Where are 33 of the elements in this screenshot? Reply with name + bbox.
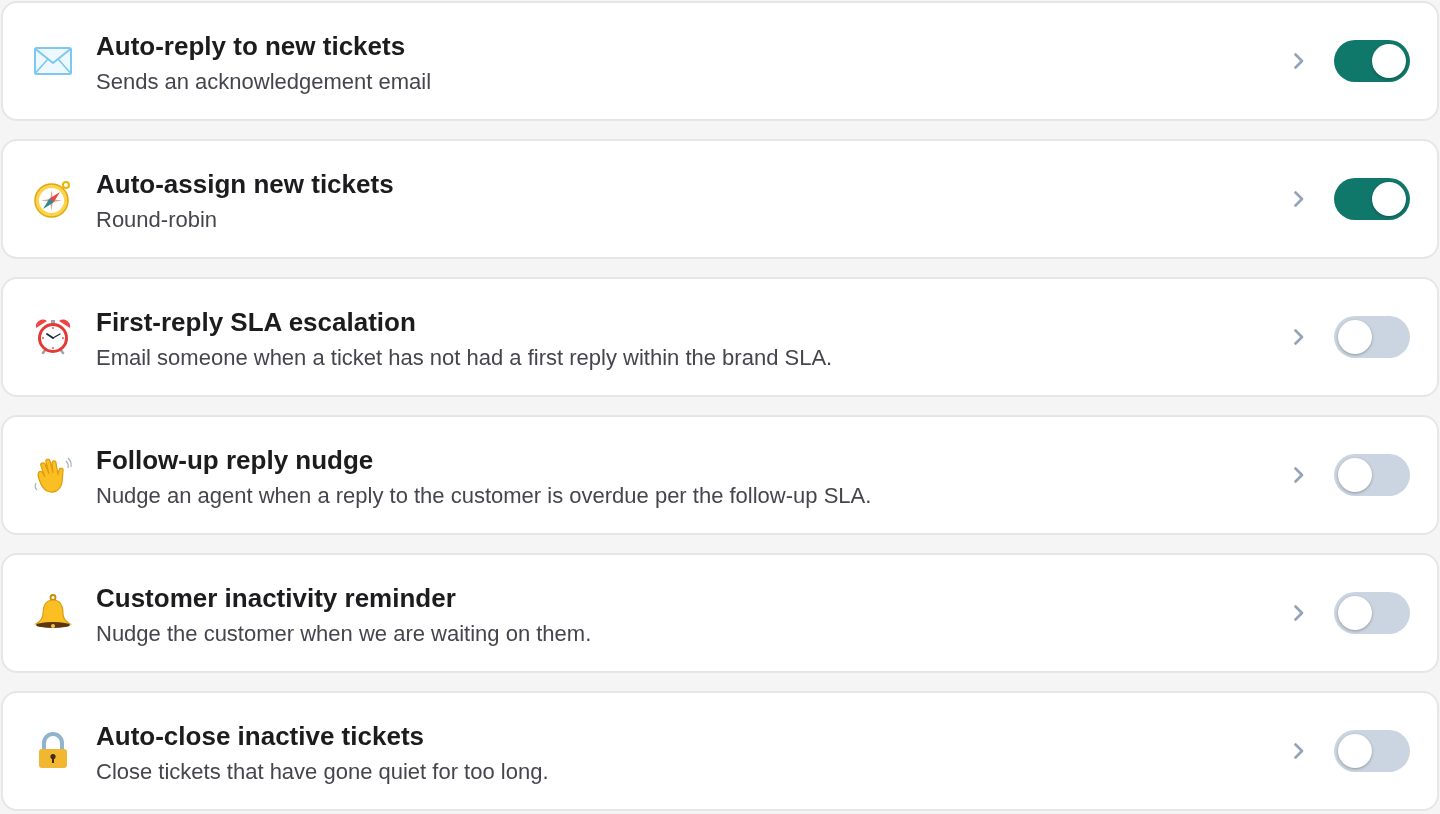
rule-description: Nudge the customer when we are waiting on them. xyxy=(96,619,592,648)
rule-title: Auto-reply to new tickets xyxy=(96,29,406,62)
rule-card[interactable]: Auto-assign new tickets Round-robin xyxy=(1,139,1439,259)
compass-icon xyxy=(33,179,73,219)
rule-title: Auto-close inactive tickets xyxy=(96,719,424,752)
rule-card[interactable]: Auto-close inactive tickets Close tickets that have gone quiet for too long. xyxy=(1,691,1439,811)
toggle-switch[interactable] xyxy=(1334,454,1410,496)
toggle-switch[interactable] xyxy=(1334,592,1410,634)
chevron-right-icon xyxy=(1294,743,1304,759)
rule-title: Auto-assign new tickets xyxy=(96,167,394,200)
waving-hand-icon xyxy=(33,455,73,495)
chevron-right-icon xyxy=(1294,605,1304,621)
rule-card[interactable]: First-reply SLA escalation Email someone when a ticket has not had a first reply within the brand SLA. xyxy=(1,277,1439,397)
toggle-switch[interactable] xyxy=(1334,178,1410,220)
rule-description: Sends an acknowledgement email xyxy=(96,67,432,96)
rule-card[interactable]: Auto-reply to new tickets Sends an acknowledgement email xyxy=(1,1,1439,121)
rule-description: Close tickets that have gone quiet for too long. xyxy=(96,757,549,786)
toggle-switch[interactable] xyxy=(1334,40,1410,82)
toggle-switch[interactable] xyxy=(1334,730,1410,772)
rule-title: First-reply SLA escalation xyxy=(96,305,416,338)
rule-description: Round-robin xyxy=(96,205,218,234)
chevron-right-icon xyxy=(1294,191,1304,207)
chevron-right-icon xyxy=(1294,467,1304,483)
chevron-right-icon xyxy=(1294,329,1304,345)
rule-description: Email someone when a ticket has not had a first reply within the brand SLA. xyxy=(96,343,833,372)
rule-title: Customer inactivity reminder xyxy=(96,581,456,614)
chevron-right-icon xyxy=(1294,53,1304,69)
rule-description: Nudge an agent when a reply to the customer is overdue per the follow-up SLA. xyxy=(96,481,872,510)
toggle-switch[interactable] xyxy=(1334,316,1410,358)
rule-title: Follow-up reply nudge xyxy=(96,443,374,476)
alarm-clock-icon xyxy=(33,317,73,357)
rule-card[interactable]: Follow-up reply nudge Nudge an agent when a reply to the customer is overdue per the follow-up SLA. xyxy=(1,415,1439,535)
rule-card[interactable]: Customer inactivity reminder Nudge the customer when we are waiting on them. xyxy=(1,553,1439,673)
